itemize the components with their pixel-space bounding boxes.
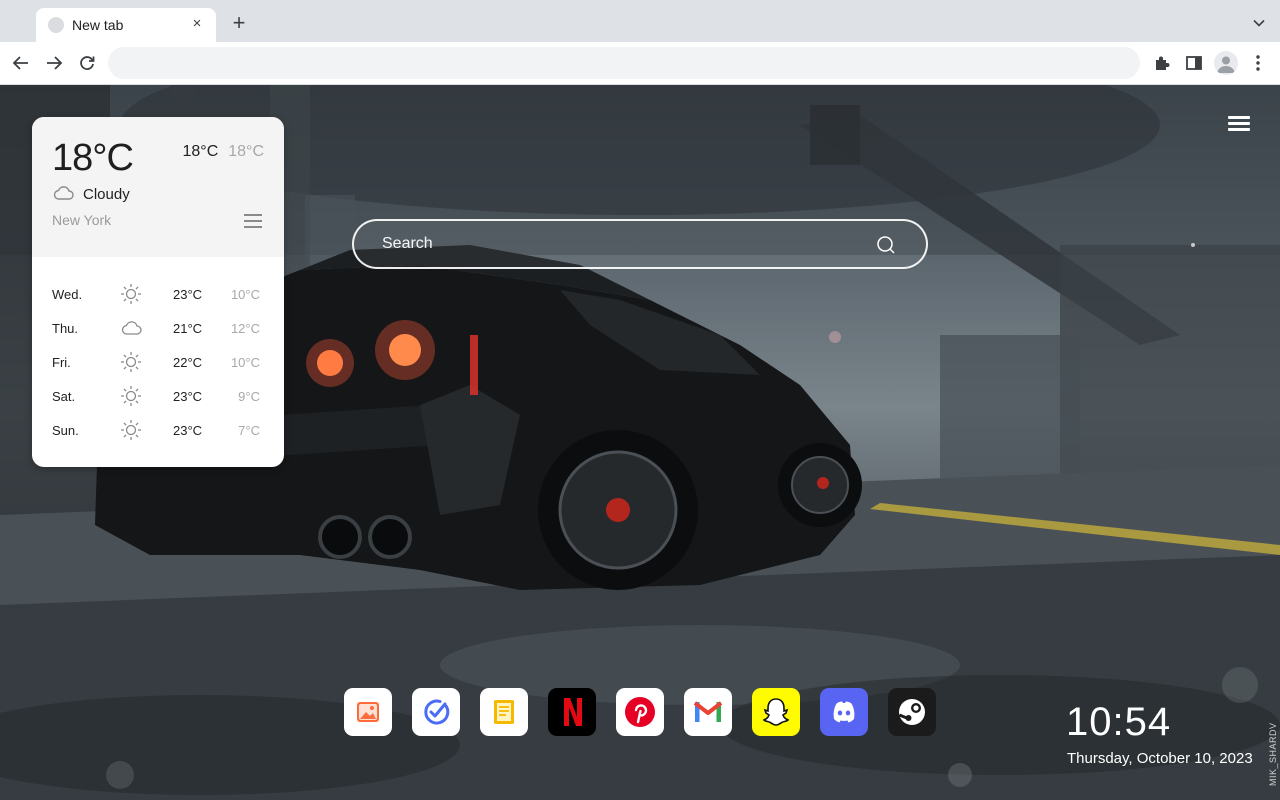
pinterest-icon[interactable] <box>616 688 664 736</box>
tab-close-button[interactable]: × <box>188 15 206 33</box>
tab-strip: New tab × + <box>0 0 1280 42</box>
notes-app-icon[interactable] <box>480 688 528 736</box>
current-high-low: 18°C 18°C <box>183 143 265 161</box>
forecast-row: Thu. 21°C 12°C <box>32 311 284 345</box>
forecast-day: Sat. <box>52 389 76 404</box>
clock-time: 10:54 <box>1066 700 1172 744</box>
cloud-icon <box>53 186 74 200</box>
sun-icon <box>121 420 141 440</box>
tab-favicon-icon <box>48 17 64 33</box>
current-temperature: 18°C <box>52 137 134 179</box>
tab-search-icon[interactable] <box>1252 16 1266 30</box>
forecast-high: 23°C <box>173 423 203 438</box>
forecast-low: 12°C <box>230 321 260 336</box>
search-input[interactable] <box>382 221 862 267</box>
forecast-high: 23°C <box>173 389 203 404</box>
new-tab-button[interactable]: + <box>228 12 250 34</box>
address-bar[interactable] <box>108 47 1140 79</box>
search-bar <box>352 219 928 269</box>
weather-list-icon[interactable] <box>244 214 262 229</box>
netflix-icon[interactable] <box>548 688 596 736</box>
forecast-low: 7°C <box>238 423 260 438</box>
forecast-day: Thu. <box>52 321 79 336</box>
search-icon[interactable] <box>876 235 896 255</box>
browser-toolbar <box>0 42 1280 85</box>
forecast-day: Sun. <box>52 423 79 438</box>
weather-condition: Cloudy <box>83 186 130 203</box>
forecast-low: 10°C <box>230 287 260 302</box>
kebab-menu-icon[interactable] <box>1247 52 1269 74</box>
tab-title: New tab <box>72 17 124 33</box>
weather-widget: 18°C 18°C 18°C Cloudy New York Wed. 23°C … <box>32 117 284 467</box>
hamburger-menu-icon[interactable] <box>1228 116 1250 134</box>
back-icon[interactable] <box>10 52 32 74</box>
steam-icon[interactable] <box>888 688 936 736</box>
discord-icon[interactable] <box>820 688 868 736</box>
sun-icon <box>121 352 141 372</box>
credit-text: MIK_SHARDV <box>1268 722 1278 786</box>
reload-icon[interactable] <box>76 52 98 74</box>
tasks-app-icon[interactable] <box>412 688 460 736</box>
current-low: 18°C <box>228 143 264 160</box>
gmail-icon[interactable] <box>684 688 732 736</box>
forecast-high: 21°C <box>173 321 203 336</box>
snapchat-icon[interactable] <box>752 688 800 736</box>
forward-icon[interactable] <box>43 52 65 74</box>
sun-icon <box>121 284 141 304</box>
extensions-icon[interactable] <box>1151 52 1173 74</box>
weather-current: 18°C 18°C 18°C Cloudy New York <box>32 117 284 257</box>
profile-icon[interactable] <box>1214 51 1238 75</box>
weather-city[interactable]: New York <box>52 212 111 228</box>
forecast-high: 23°C <box>173 287 203 302</box>
side-panel-icon[interactable] <box>1183 52 1205 74</box>
forecast-row: Fri. 22°C 10°C <box>32 345 284 379</box>
forecast-high: 22°C <box>173 355 203 370</box>
tab-new-tab[interactable]: New tab × <box>36 8 216 42</box>
forecast-row: Sat. 23°C 9°C <box>32 379 284 413</box>
cloud-icon <box>121 321 142 335</box>
forecast-row: Sun. 23°C 7°C <box>32 413 284 447</box>
current-high: 18°C <box>182 143 219 160</box>
clock-date: Thursday, October 10, 2023 <box>1067 750 1253 767</box>
forecast-day: Fri. <box>52 355 71 370</box>
forecast-row: Wed. 23°C 10°C <box>32 277 284 311</box>
forecast-low: 10°C <box>230 355 260 370</box>
wallpaper-app-icon[interactable] <box>344 688 392 736</box>
wallpaper-credit: MIK_SHARDV <box>1266 718 1280 788</box>
forecast-day: Wed. <box>52 287 83 302</box>
sun-icon <box>121 386 141 406</box>
forecast-low: 9°C <box>238 389 260 404</box>
